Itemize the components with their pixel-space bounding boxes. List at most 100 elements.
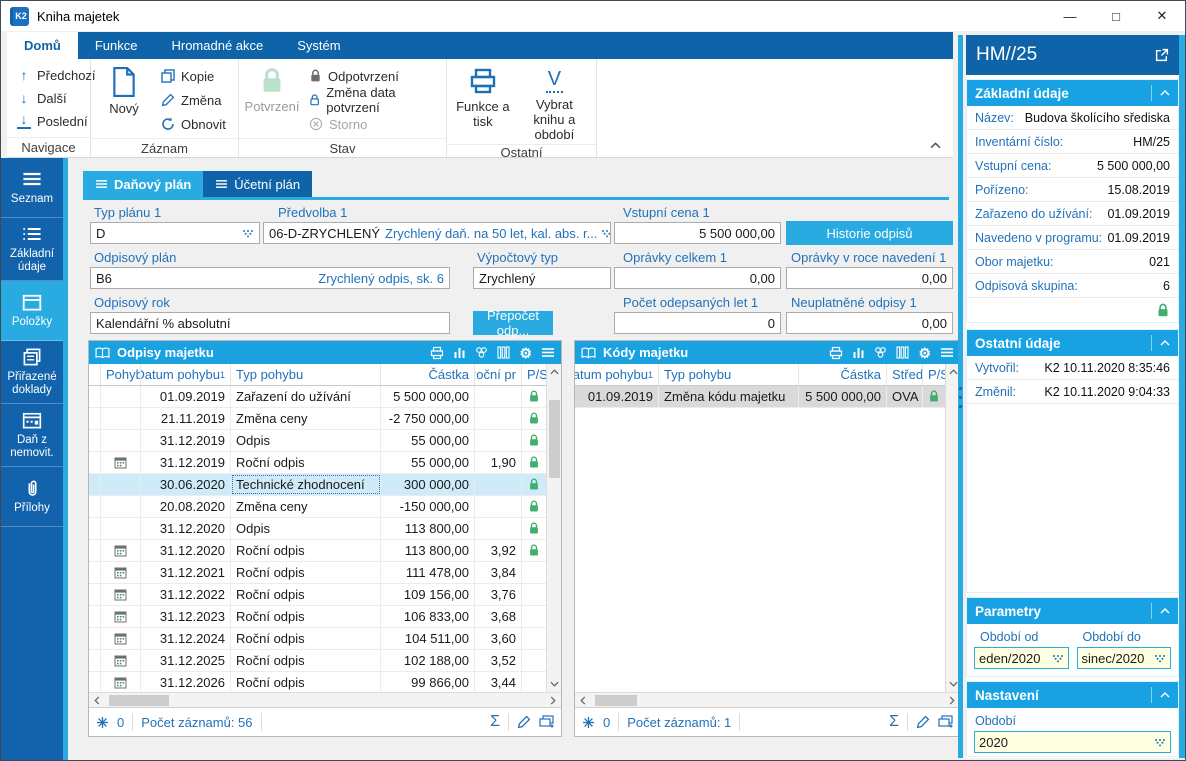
grouping-icon[interactable] <box>874 346 887 359</box>
column-header-castka[interactable]: Částka <box>799 364 887 385</box>
column-header-typ[interactable]: Typ pohybu <box>231 364 381 385</box>
section-header-ostatni[interactable]: Ostatní údaje <box>967 330 1178 356</box>
scrollbar-thumb[interactable] <box>595 694 637 706</box>
ribbon-collapse-button[interactable] <box>930 142 941 149</box>
table-row[interactable]: 31.12.2024 Roční odpis 104 511,00 3,60 <box>89 628 546 650</box>
flag-asterisk-icon[interactable] <box>582 716 595 729</box>
open-external-button[interactable] <box>1155 48 1169 62</box>
column-header-datum[interactable]: Datum pohybu1 <box>141 364 231 385</box>
close-button[interactable]: ✕ <box>1139 1 1185 31</box>
neuplatnene-field[interactable]: 0,00 <box>786 312 953 334</box>
edit-icon[interactable] <box>916 715 930 729</box>
sidebar-item-seznam[interactable]: Seznam <box>1 158 63 218</box>
tab-ucetni-plan[interactable]: Účetní plán <box>203 171 313 197</box>
settings-gear-icon[interactable]: ⚙ <box>519 346 532 360</box>
table-row[interactable]: 31.12.2020 Odpis 113 800,00 <box>89 518 546 540</box>
menu-icon[interactable] <box>940 347 954 358</box>
ribbon-tab-system[interactable]: Systém <box>280 32 357 59</box>
opravky-celkem-field[interactable]: 0,00 <box>614 267 781 289</box>
table-row[interactable]: 31.12.2019 Odpis 55 000,00 <box>89 430 546 452</box>
table-row[interactable]: 01.09.2019 Zařazení do užívání 5 500 000… <box>89 386 546 408</box>
sum-icon[interactable]: Σ <box>889 713 899 731</box>
copy-button[interactable]: Kopie <box>157 64 230 88</box>
tab-danovy-plan[interactable]: Daňový plán <box>83 171 204 197</box>
select-book-period-button[interactable]: V Vybrat knihu a období <box>519 64 590 142</box>
settings-gear-icon[interactable]: ⚙ <box>918 346 931 360</box>
column-header-stredisko[interactable]: Středi: <box>887 364 923 385</box>
chart-icon[interactable] <box>453 346 466 359</box>
scrollbar-thumb[interactable] <box>548 400 560 478</box>
maximize-button[interactable]: □ <box>1093 1 1139 31</box>
vertical-scrollbar[interactable] <box>546 364 561 692</box>
scroll-left-icon[interactable] <box>575 693 591 707</box>
table-row[interactable]: 31.12.2023 Roční odpis 106 833,00 3,68 <box>89 606 546 628</box>
scroll-up-icon[interactable] <box>547 364 561 380</box>
next-button[interactable]: ↓ Další <box>13 87 100 109</box>
opravky-navedeni-field[interactable]: 0,00 <box>786 267 953 289</box>
pocet-let-field[interactable]: 0 <box>614 312 781 334</box>
column-header-typ[interactable]: Typ pohybu <box>659 364 799 385</box>
add-window-icon[interactable] <box>539 715 554 729</box>
typ-planu-dropdown[interactable]: D <box>90 222 260 244</box>
obdobi-dropdown[interactable]: 2020 <box>974 731 1171 753</box>
sidebar-item-prirazene-doklady[interactable]: Přiřazené doklady <box>1 341 63 404</box>
scroll-down-icon[interactable] <box>547 676 561 692</box>
columns-icon[interactable] <box>896 346 909 359</box>
flag-asterisk-icon[interactable] <box>96 716 109 729</box>
menu-icon[interactable] <box>541 347 555 358</box>
section-header-parametry[interactable]: Parametry <box>967 598 1178 624</box>
print-icon[interactable] <box>829 346 843 360</box>
minimize-button[interactable]: — <box>1047 1 1093 31</box>
odpisovy-plan-field[interactable]: B6 Zrychlený odpis, sk. 6 <box>90 267 450 289</box>
sidebar-item-prilohy[interactable]: Přílohy <box>1 467 63 527</box>
table-row[interactable]: 31.12.2025 Roční odpis 102 188,00 3,52 <box>89 650 546 672</box>
refresh-button[interactable]: Obnovit <box>157 112 230 136</box>
horizontal-scrollbar[interactable] <box>575 692 960 707</box>
column-header-datum[interactable]: Datum pohybu1 <box>575 364 659 385</box>
table-row[interactable]: 20.08.2020 Změna ceny -150 000,00 <box>89 496 546 518</box>
vstupni-cena-field[interactable]: 5 500 000,00 <box>614 222 781 244</box>
odpisovy-rok-field[interactable]: Kalendářní % absolutní <box>90 312 450 334</box>
table-row[interactable]: 21.11.2019 Změna ceny -2 750 000,00 <box>89 408 546 430</box>
scroll-left-icon[interactable] <box>89 693 105 707</box>
table-row[interactable]: 31.12.2020 Roční odpis 113 800,00 3,92 <box>89 540 546 562</box>
last-button[interactable]: ↓ Poslední <box>13 110 100 132</box>
vypoctovy-typ-field[interactable]: Zrychlený <box>473 267 611 289</box>
print-icon[interactable] <box>430 346 444 360</box>
ribbon-tab-domu[interactable]: Domů <box>7 32 78 59</box>
grouping-icon[interactable] <box>475 346 488 359</box>
scroll-right-icon[interactable] <box>545 693 561 707</box>
chart-icon[interactable] <box>852 346 865 359</box>
prepocet-odpisu-button[interactable]: Přepočet odp... <box>473 308 553 338</box>
ribbon-tab-hromadne-akce[interactable]: Hromadné akce <box>154 32 280 59</box>
historie-odpisu-button[interactable]: Historie odpisů <box>786 221 953 245</box>
ribbon-tab-funkce[interactable]: Funkce <box>78 32 155 59</box>
column-header-pohyb[interactable]: Pohyb <box>101 364 141 385</box>
table-row[interactable]: 31.12.2019 Roční odpis 55 000,00 1,90 <box>89 452 546 474</box>
previous-button[interactable]: ↑ Předchozí <box>13 64 100 86</box>
section-header-nastaveni[interactable]: Nastavení <box>967 682 1178 708</box>
panel-splitter[interactable] <box>958 35 963 758</box>
table-row[interactable]: 30.06.2020 Technické zhodnocení 300 000,… <box>89 474 546 496</box>
column-header-ps[interactable]: P/S <box>923 364 945 385</box>
scrollbar-thumb[interactable] <box>109 694 169 706</box>
sum-icon[interactable]: Σ <box>490 713 500 731</box>
column-header-castka[interactable]: Částka <box>381 364 475 385</box>
sidebar-item-dan-z-nemovitosti[interactable]: Daň z nemovit. <box>1 404 63 467</box>
table-row[interactable]: 31.12.2022 Roční odpis 109 156,00 3,76 <box>89 584 546 606</box>
edit-icon[interactable] <box>517 715 531 729</box>
functions-print-button[interactable]: Funkce a tisk <box>453 64 513 142</box>
columns-icon[interactable] <box>497 346 510 359</box>
sidebar-item-polozky[interactable]: Položky <box>1 281 63 341</box>
horizontal-scrollbar[interactable] <box>89 692 561 707</box>
obdobi-od-dropdown[interactable]: eden/2020 <box>974 647 1069 669</box>
table-row[interactable]: 31.12.2021 Roční odpis 111 478,00 3,84 <box>89 562 546 584</box>
change-button[interactable]: Změna <box>157 88 230 112</box>
column-header-rocni[interactable]: Roční pr <box>475 364 522 385</box>
obdobi-do-dropdown[interactable]: sinec/2020 <box>1076 647 1171 669</box>
sidebar-item-zakladni-udaje[interactable]: Základní údaje <box>1 218 63 281</box>
table-row[interactable]: 31.12.2026 Roční odpis 99 866,00 3,44 <box>89 672 546 694</box>
predvolba-dropdown[interactable]: 06-D-ZRYCHLENÝ Zrychlený daň. na 50 let,… <box>263 222 611 244</box>
table-row[interactable]: 01.09.2019 Změna kódu majetku 5 500 000,… <box>575 386 945 408</box>
new-button[interactable]: Nový <box>97 64 151 136</box>
